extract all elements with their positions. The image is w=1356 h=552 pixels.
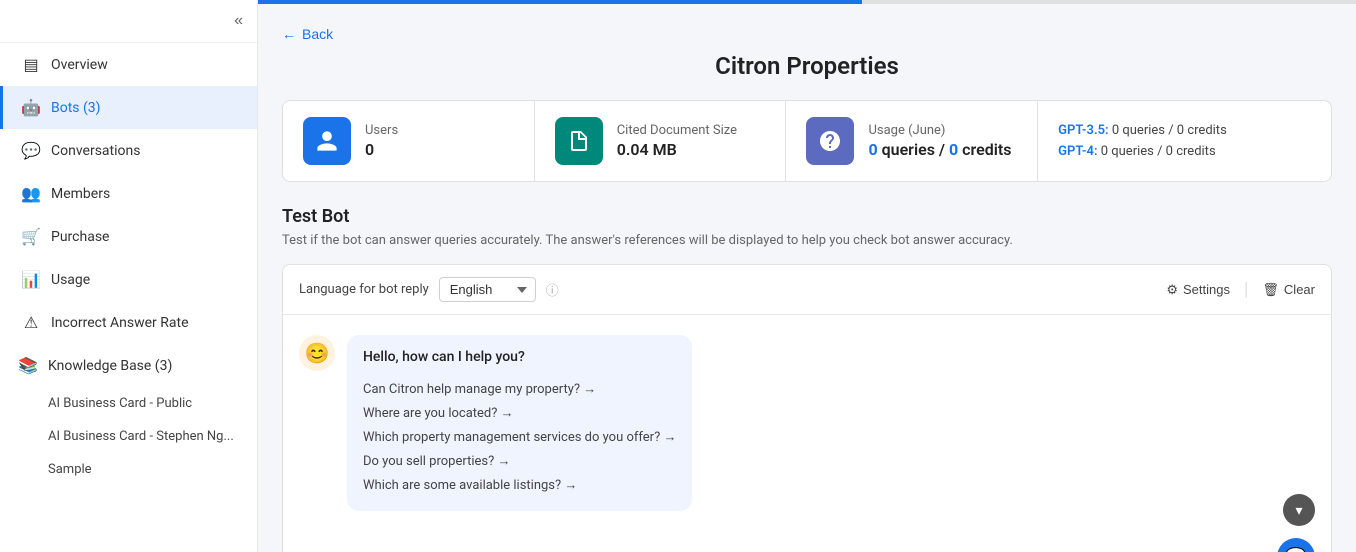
gpt35-label: GPT-3.5: [1058,123,1108,138]
usage-icon: 📊 [21,270,41,289]
bot-avatar: 😊 [299,335,335,371]
sidebar-collapse-button[interactable]: « [234,12,243,30]
bot-greeting: Hello, how can I help you? [363,349,676,365]
sidebar-item-members[interactable]: 👥 Members [0,172,257,215]
users-stat-info: Users 0 [365,123,398,159]
back-label: Back [302,26,333,42]
sub-item-label: AI Business Card - Stephen Ng... [48,429,234,444]
bot-message: 😊 Hello, how can I help you? Can Citron … [299,335,1315,511]
chat-area: 😊 Hello, how can I help you? Can Citron … [283,315,1331,552]
usage-stat-icon [806,117,854,165]
gpt35-row: GPT-3.5: 0 queries / 0 credits [1058,123,1311,138]
usage-stat-label: Usage (June) [868,123,1011,138]
incorrect-answer-icon: ⚠ [21,313,41,332]
sidebar-item-overview[interactable]: ▤ Overview [0,43,257,86]
sub-item-label: AI Business Card - Public [48,396,192,411]
suggestion-0[interactable]: Can Citron help manage my property? → [363,377,676,401]
stat-card-users: Users 0 [283,101,535,181]
bot-bubble: Hello, how can I help you? Can Citron he… [347,335,692,511]
sub-item-label: Sample [48,462,92,477]
sidebar-item-label: Incorrect Answer Rate [51,315,189,331]
bots-icon: 🤖 [21,98,41,117]
settings-button[interactable]: ⚙ Settings [1166,282,1230,298]
gpt35-value: 0 queries / 0 credits [1112,123,1227,138]
sidebar-item-label: Overview [51,57,108,73]
sidebar-item-label: Members [51,186,110,202]
suggestion-2[interactable]: Which property management services do yo… [363,425,676,449]
gpt4-row: GPT-4: 0 queries / 0 credits [1058,144,1311,159]
sidebar-header: « [0,0,257,43]
language-select[interactable]: English Spanish French German Chinese Ja… [439,277,536,302]
sidebar-sub-item-ai-business-card-public[interactable]: AI Business Card - Public [0,387,257,420]
gpt-usage-card: GPT-3.5: 0 queries / 0 credits GPT-4: 0 … [1038,101,1331,181]
clear-label: Clear [1284,282,1315,297]
test-bot-container: Language for bot reply English Spanish F… [282,264,1332,552]
scroll-down-button[interactable]: ▾ [1283,494,1315,526]
settings-icon: ⚙ [1166,282,1178,298]
trash-icon: 🗑 [1262,282,1279,298]
members-icon: 👥 [21,184,41,203]
usage-stat-value: 0 queries / 0 credits [868,140,1011,159]
suggestion-1[interactable]: Where are you located? → [363,401,676,425]
stats-row: Users 0 Cited Document Size 0.04 MB [282,100,1332,182]
sidebar-sub-item-ai-business-card-stephen[interactable]: AI Business Card - Stephen Ng... [0,420,257,453]
sidebar-knowledge-base[interactable]: 📚 Knowledge Base (3) [0,344,257,387]
test-bot-section-desc: Test if the bot can answer queries accur… [282,233,1332,248]
users-stat-icon [303,117,351,165]
suggestion-4[interactable]: Which are some available listings? → [363,473,676,497]
gpt4-value: 0 queries / 0 credits [1101,144,1216,159]
knowledge-base-label: Knowledge Base (3) [48,358,172,374]
divider: | [1244,279,1248,300]
cited-doc-stat-value: 0.04 MB [617,140,737,159]
sidebar-item-label: Bots (3) [51,100,101,116]
gpt4-label: GPT-4: [1058,144,1097,159]
knowledge-base-icon: 📚 [18,356,38,375]
users-stat-label: Users [365,123,398,138]
cited-doc-stat-info: Cited Document Size 0.04 MB [617,123,737,159]
language-right: ⚙ Settings | 🗑 Clear [1166,279,1315,300]
language-bar: Language for bot reply English Spanish F… [283,265,1331,315]
sidebar: « ▤ Overview 🤖 Bots (3) 💬 Conversations … [0,0,258,552]
stat-card-usage: Usage (June) 0 queries / 0 credits [786,101,1038,181]
sidebar-item-conversations[interactable]: 💬 Conversations [0,129,257,172]
back-button[interactable]: ← Back [282,26,333,42]
settings-label: Settings [1183,282,1230,297]
users-stat-value: 0 [365,140,398,159]
cited-doc-stat-icon [555,117,603,165]
chat-support-icon: 💬 [1285,547,1307,552]
sidebar-item-label: Usage [51,272,90,288]
conversations-icon: 💬 [21,141,41,160]
back-arrow-icon: ← [282,26,296,42]
clear-button[interactable]: 🗑 Clear [1262,282,1315,298]
sidebar-item-purchase[interactable]: 🛒 Purchase [0,215,257,258]
chevron-down-icon: ▾ [1295,502,1302,519]
cited-doc-stat-label: Cited Document Size [617,123,737,138]
suggestion-3[interactable]: Do you sell properties? → [363,449,676,473]
chat-support-button[interactable]: 💬 [1277,538,1315,552]
sidebar-sub-item-sample[interactable]: Sample [0,453,257,486]
language-info-icon: ⓘ [546,280,559,299]
test-bot-section-title: Test Bot [282,206,1332,227]
language-label: Language for bot reply [299,282,429,297]
sidebar-item-label: Conversations [51,143,140,159]
main-content: ← Back Citron Properties Users 0 [258,0,1356,552]
sidebar-item-bots[interactable]: 🤖 Bots (3) [0,86,257,129]
sidebar-item-incorrect-answer-rate[interactable]: ⚠ Incorrect Answer Rate [0,301,257,344]
sidebar-item-usage[interactable]: 📊 Usage [0,258,257,301]
page-title: Citron Properties [282,52,1332,80]
usage-stat-info: Usage (June) 0 queries / 0 credits [868,123,1011,159]
overview-icon: ▤ [21,55,41,74]
sidebar-item-label: Purchase [51,229,109,245]
purchase-icon: 🛒 [21,227,41,246]
stat-card-cited-doc: Cited Document Size 0.04 MB [535,101,787,181]
content-area: ← Back Citron Properties Users 0 [258,4,1356,552]
language-left: Language for bot reply English Spanish F… [299,277,559,302]
